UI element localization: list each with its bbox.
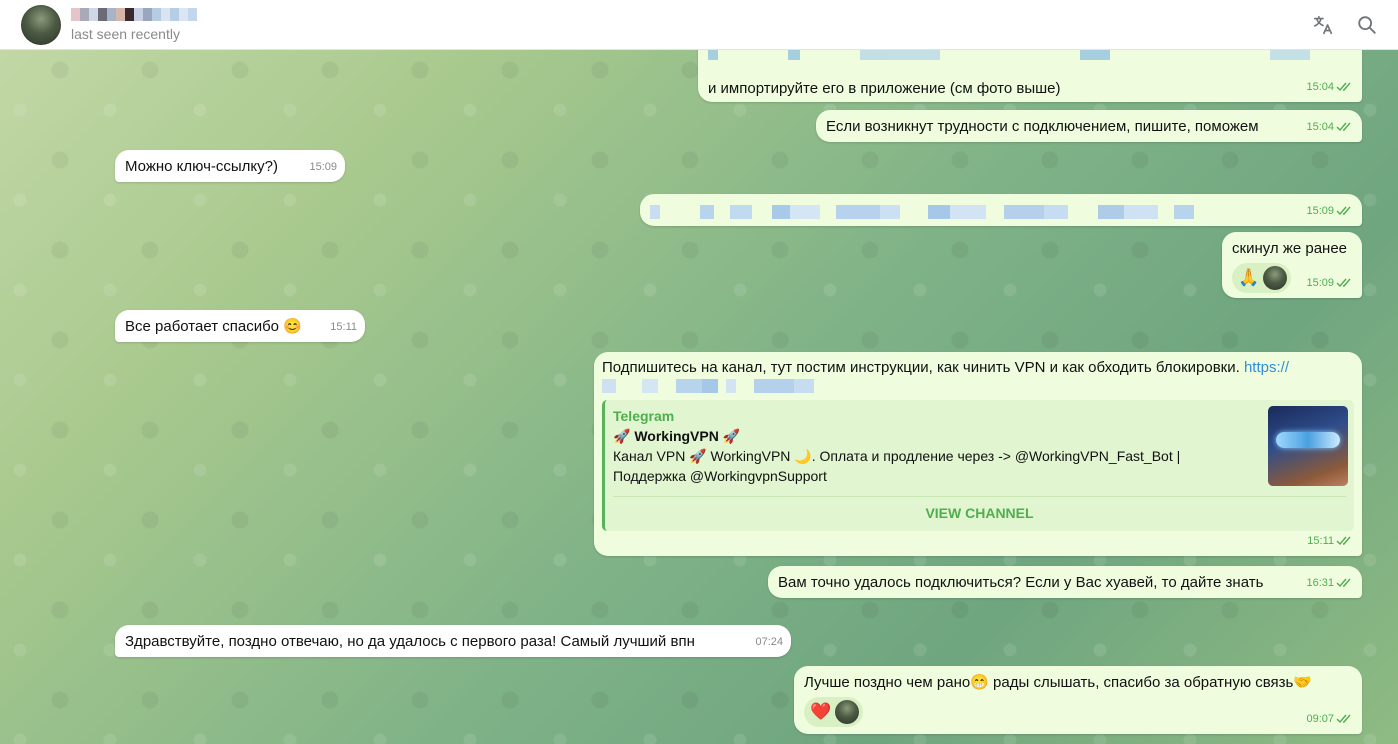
peer-info[interactable]: last seen recently <box>71 7 197 42</box>
double-check-icon <box>1336 122 1351 132</box>
double-check-icon <box>1336 278 1351 288</box>
reactor-avatar <box>1263 266 1288 290</box>
search-icon[interactable] <box>1354 12 1380 38</box>
message-meta: 15:04 <box>1306 77 1354 97</box>
message-meta: 15:11 <box>330 317 357 337</box>
reaction-emoji: ❤️ <box>810 702 832 721</box>
message-bubble-in[interactable]: Можно ключ-ссылку?) 15:09 <box>115 150 345 182</box>
double-check-icon <box>1336 82 1351 92</box>
message-bubble-in[interactable]: Все работает спасибо 😊 15:11 <box>115 310 365 342</box>
message-text: и импортируйте его в приложение (см фото… <box>708 80 1061 97</box>
message-meta: 15:09 <box>309 157 337 177</box>
message-time: 15:09 <box>1306 277 1334 289</box>
message-text: Здравствуйте, поздно отвечаю, но да удал… <box>125 633 695 650</box>
chat-header: last seen recently <box>0 0 1398 50</box>
double-check-icon <box>1336 578 1351 588</box>
translate-icon[interactable] <box>1310 12 1336 38</box>
message-text: Подпишитесь на канал, тут постим инструк… <box>602 359 1240 376</box>
message-time: 16:31 <box>1306 577 1334 589</box>
peer-avatar[interactable] <box>21 4 61 45</box>
message-bubble-out[interactable]: Вам точно удалось подключиться? Если у В… <box>768 566 1362 598</box>
preview-description: Канал VPN 🚀 WorkingVPN 🌙. Оплата и продл… <box>613 448 1181 484</box>
view-channel-button[interactable]: VIEW CHANNEL <box>613 496 1346 531</box>
message-bubble-out[interactable]: 15:09 <box>640 194 1362 226</box>
message-time: 15:04 <box>1306 121 1334 133</box>
message-bubble-out[interactable]: Лучше поздно чем рано😁 рады слышать, спа… <box>794 666 1362 734</box>
link-preview[interactable]: Telegram 🚀 WorkingVPN 🚀 Канал VPN 🚀 Work… <box>602 400 1354 531</box>
preview-title: 🚀 WorkingVPN 🚀 <box>613 428 741 444</box>
message-text: Все работает спасибо 😊 <box>125 318 302 335</box>
message-text: Вам точно удалось подключиться? Если у В… <box>778 574 1264 591</box>
message-text: Лучше поздно чем рано😁 рады слышать, спа… <box>804 674 1313 691</box>
message-time: 15:04 <box>1306 81 1334 93</box>
message-meta: 16:31 <box>1306 573 1354 593</box>
message-meta: 15:11 <box>1307 531 1354 551</box>
message-bubble-out[interactable]: Если возникнут трудности с подключением,… <box>816 110 1362 142</box>
peer-name-redacted <box>71 7 197 22</box>
message-text: Если возникнут трудности с подключением,… <box>826 118 1259 135</box>
preview-thumbnail <box>1268 406 1348 486</box>
reaction-chip[interactable]: 🙏 <box>1232 263 1292 293</box>
message-time: 15:09 <box>309 161 337 173</box>
key-link-redacted <box>650 204 1352 220</box>
preview-site-name: Telegram <box>613 408 675 424</box>
message-meta: 09:07 <box>1306 709 1354 729</box>
message-time: 15:11 <box>330 321 357 333</box>
message-bubble-out[interactable]: Подпишитесь на канал, тут постим инструк… <box>594 352 1362 556</box>
message-bubble-out[interactable]: скинул же ранее 🙏 15:09 <box>1222 232 1362 298</box>
link-url-redacted <box>602 378 1354 394</box>
double-check-icon <box>1336 206 1351 216</box>
message-meta: 15:09 <box>1306 201 1354 221</box>
message-text: Можно ключ-ссылку?) <box>125 158 278 175</box>
message-meta: 15:04 <box>1306 117 1354 137</box>
message-bubble-in[interactable]: Здравствуйте, поздно отвечаю, но да удал… <box>115 625 791 657</box>
reaction-emoji: 🙏 <box>1238 268 1260 287</box>
message-time: 07:24 <box>755 636 783 648</box>
reactor-avatar <box>835 700 860 724</box>
message-meta: 07:24 <box>755 632 783 652</box>
reaction-chip[interactable]: ❤️ <box>804 697 864 727</box>
message-meta: 15:09 <box>1306 273 1354 293</box>
double-check-icon <box>1336 536 1351 546</box>
peer-status: last seen recently <box>71 25 180 42</box>
message-link[interactable]: https:// <box>1244 359 1289 376</box>
message-text: скинул же ранее <box>1232 240 1348 257</box>
double-check-icon <box>1336 714 1351 724</box>
message-time: 15:09 <box>1306 205 1334 217</box>
message-time: 15:11 <box>1307 535 1334 547</box>
message-time: 09:07 <box>1306 713 1334 725</box>
message-text-row: Подпишитесь на канал, тут постим инструк… <box>602 358 1354 378</box>
